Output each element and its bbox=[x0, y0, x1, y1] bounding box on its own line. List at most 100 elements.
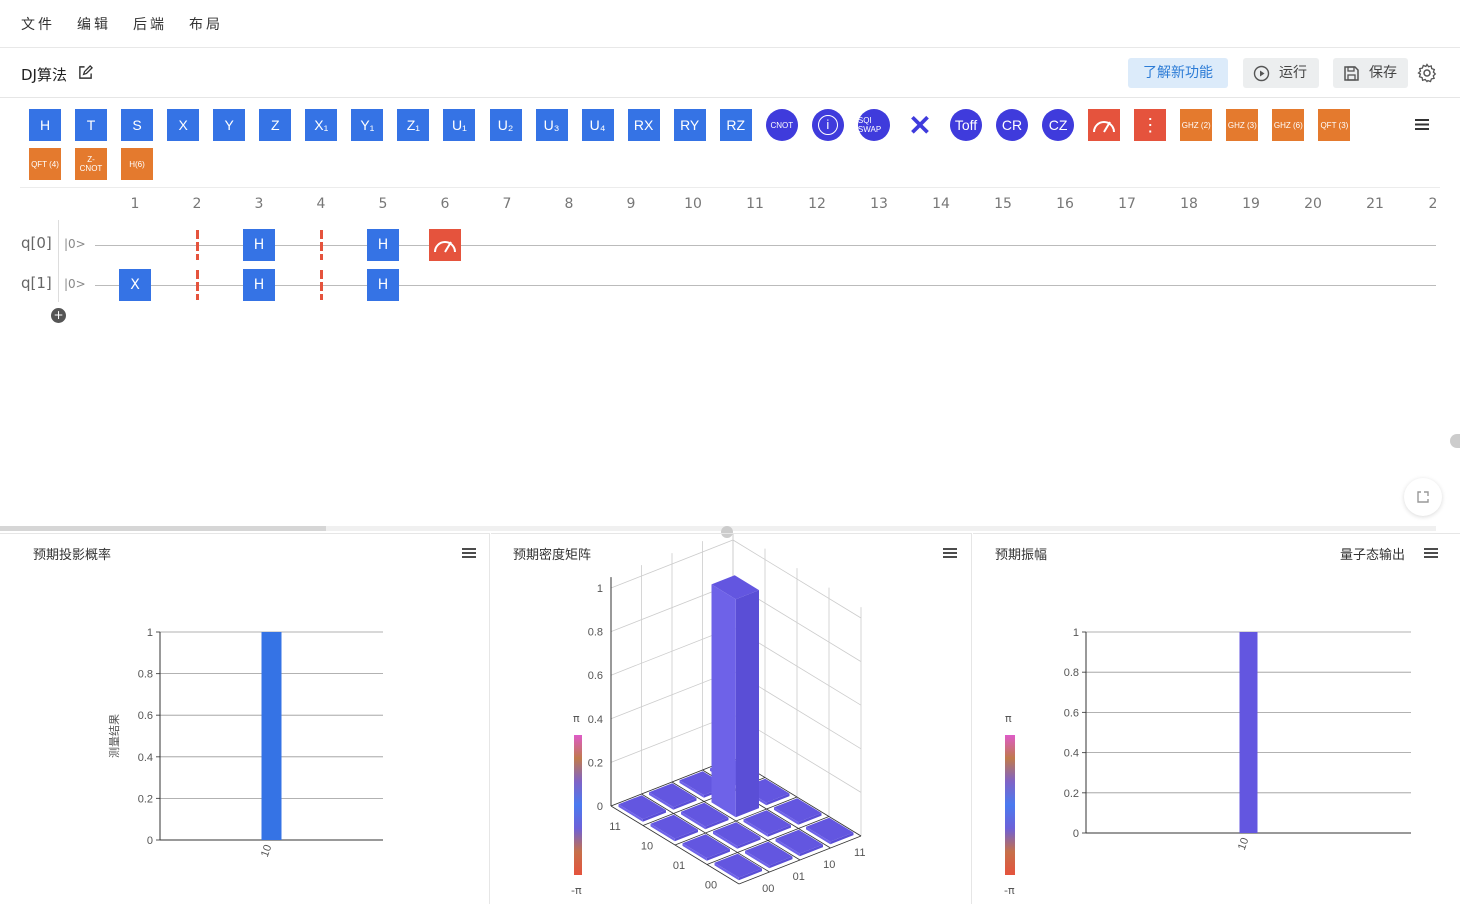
gate-label: QFT (3) bbox=[1320, 120, 1349, 130]
gate-label: GHZ (2) bbox=[1181, 120, 1211, 130]
gate-ghz2[interactable]: GHZ (2) bbox=[1180, 109, 1213, 141]
gate-iswap[interactable]: i bbox=[811, 109, 844, 141]
column-number: 7 bbox=[502, 196, 512, 212]
y-tick-label: 0.8 bbox=[138, 669, 153, 681]
column-number: 1 bbox=[130, 196, 140, 212]
side-panel-handle[interactable] bbox=[1450, 434, 1460, 448]
gate-y[interactable]: Y bbox=[213, 109, 246, 141]
gate-toffoli[interactable]: Toff bbox=[950, 109, 982, 141]
gate-label: T bbox=[86, 117, 96, 133]
circuit-gate-h[interactable]: H bbox=[243, 269, 275, 301]
gate-sqiswap[interactable]: SQI SWAP bbox=[857, 109, 890, 141]
gate-barrier[interactable]: ⋮ bbox=[1134, 109, 1167, 141]
edit-icon[interactable] bbox=[78, 65, 93, 80]
gate-rx[interactable]: RX bbox=[627, 109, 660, 141]
phase-min-label: -π bbox=[571, 884, 582, 897]
gate-cnot[interactable]: CNOT bbox=[765, 109, 798, 141]
matrix-bar[interactable] bbox=[711, 575, 760, 818]
row-tick-label: 01 bbox=[673, 860, 685, 872]
column-number: 4 bbox=[316, 196, 326, 212]
add-qubit-button[interactable]: + bbox=[51, 308, 66, 323]
gate-t[interactable]: T bbox=[75, 109, 108, 141]
gate-label: U₂ bbox=[497, 117, 514, 133]
menu-backend[interactable]: 后端 bbox=[133, 14, 167, 34]
gate-qft3[interactable]: QFT (3) bbox=[1318, 109, 1351, 141]
gate-x1[interactable]: X₁ bbox=[305, 109, 338, 141]
circuit-gate-h[interactable]: H bbox=[243, 229, 275, 261]
gate-ry[interactable]: RY bbox=[673, 109, 706, 141]
barrier[interactable] bbox=[320, 230, 323, 260]
meter-icon bbox=[1093, 121, 1116, 133]
column-number: 12 bbox=[808, 196, 826, 212]
y-tick-label: 0.8 bbox=[1064, 667, 1079, 679]
gate-h6[interactable]: H(6) bbox=[121, 148, 153, 180]
save-label: 保存 bbox=[1369, 65, 1397, 81]
gate-label: RZ bbox=[726, 117, 746, 133]
column-number: 3 bbox=[254, 196, 264, 212]
row-tick-label: 11 bbox=[609, 821, 620, 833]
gate-ghz6[interactable]: GHZ (6) bbox=[1272, 109, 1305, 141]
hamburger-menu-icon[interactable] bbox=[1414, 118, 1430, 131]
gate-label: X bbox=[130, 277, 140, 293]
gate-label: Z bbox=[270, 117, 280, 133]
bar[interactable] bbox=[1239, 632, 1258, 833]
gate-z1[interactable]: Z₁ bbox=[397, 109, 430, 141]
barrier[interactable] bbox=[196, 270, 199, 300]
circuit-gate-x[interactable]: X bbox=[119, 269, 151, 301]
column-number: 18 bbox=[1180, 196, 1198, 212]
col-tick-label: 01 bbox=[793, 871, 805, 883]
scrollbar-thumb[interactable] bbox=[0, 526, 326, 531]
horizontal-scrollbar[interactable] bbox=[0, 526, 1436, 531]
gate-label: H bbox=[39, 117, 51, 133]
qubit-wire[interactable] bbox=[95, 285, 1436, 286]
gear-icon[interactable] bbox=[1417, 63, 1437, 83]
gate-rz[interactable]: RZ bbox=[719, 109, 752, 141]
gate-u2[interactable]: U₂ bbox=[489, 109, 522, 141]
gate-x[interactable]: X bbox=[167, 109, 200, 141]
gate-s[interactable]: S bbox=[121, 109, 154, 141]
run-button[interactable]: 运行 bbox=[1243, 58, 1319, 88]
gate-h[interactable]: H bbox=[29, 109, 61, 141]
gate-qft4[interactable]: QFT (4) bbox=[29, 148, 61, 180]
qubit-wire[interactable] bbox=[95, 245, 1436, 246]
barrier[interactable] bbox=[196, 230, 199, 260]
bar[interactable] bbox=[261, 632, 282, 840]
menu-layout[interactable]: 布局 bbox=[189, 14, 223, 34]
qubit-label: q[0] bbox=[21, 234, 52, 252]
column-number: 16 bbox=[1056, 196, 1074, 212]
phase-colorbar bbox=[574, 735, 582, 875]
gate-zcnot[interactable]: Z- CNOT bbox=[75, 148, 107, 180]
column-number: 2 bbox=[1428, 196, 1438, 212]
column-number: 2 bbox=[192, 196, 202, 212]
z-tick-label: 0 bbox=[597, 801, 603, 813]
save-button[interactable]: 保存 bbox=[1333, 58, 1408, 88]
gate-cr[interactable]: CR bbox=[996, 109, 1029, 141]
project-title: DJ算法 bbox=[21, 66, 67, 84]
gate-cz[interactable]: CZ bbox=[1042, 109, 1075, 141]
learn-features-button[interactable]: 了解新功能 bbox=[1128, 58, 1228, 88]
title-bar: DJ算法 了解新功能 运行 保存 bbox=[0, 48, 1460, 98]
gate-z[interactable]: Z bbox=[259, 109, 292, 141]
menu-file[interactable]: 文件 bbox=[21, 14, 55, 34]
circuit-gate-h[interactable]: H bbox=[367, 269, 399, 301]
circuit-gate-h[interactable]: H bbox=[367, 229, 399, 261]
barrier[interactable] bbox=[320, 270, 323, 300]
gate-swap[interactable]: ✕ bbox=[904, 109, 936, 141]
measure-gate[interactable] bbox=[429, 229, 461, 261]
gate-u3[interactable]: U₃ bbox=[535, 109, 568, 141]
play-icon bbox=[1253, 65, 1270, 82]
y-tick-label: 1 bbox=[147, 627, 153, 639]
menu-edit[interactable]: 编辑 bbox=[77, 14, 111, 34]
column-number: 19 bbox=[1242, 196, 1260, 212]
gate-u1[interactable]: U₁ bbox=[443, 109, 476, 141]
column-number: 5 bbox=[378, 196, 388, 212]
gate-label: ⋮ bbox=[1141, 114, 1160, 135]
gate-y1[interactable]: Y₁ bbox=[351, 109, 384, 141]
col-tick-label: 11 bbox=[854, 847, 865, 859]
gate-u4[interactable]: U₄ bbox=[581, 109, 614, 141]
expand-button[interactable] bbox=[1404, 478, 1442, 516]
qubit-init-state: |0> bbox=[64, 277, 86, 291]
gate-ghz3[interactable]: GHZ (3) bbox=[1226, 109, 1259, 141]
gate-measure[interactable] bbox=[1088, 109, 1121, 141]
phase-max-label: π bbox=[1005, 712, 1012, 725]
